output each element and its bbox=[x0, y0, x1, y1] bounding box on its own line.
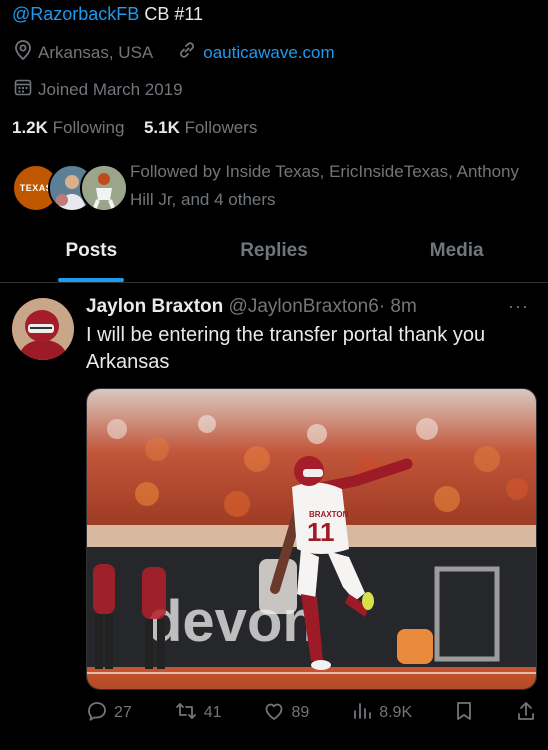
followed-by-text[interactable]: Followed by Inside Texas, EricInsideTexa… bbox=[130, 158, 530, 214]
location-text: Arkansas, USA bbox=[38, 42, 154, 62]
active-tab-indicator bbox=[58, 278, 125, 282]
bio-text: @RazorbackFB CB #11 bbox=[12, 4, 203, 25]
bookmark-button[interactable] bbox=[454, 700, 474, 727]
tab-posts[interactable]: Posts bbox=[0, 228, 183, 282]
tab-media-label: Media bbox=[429, 240, 484, 261]
joined-row: Joined March 2019 bbox=[14, 78, 183, 101]
bookmark-icon bbox=[454, 700, 474, 727]
joined-text: Joined March 2019 bbox=[38, 79, 183, 99]
profile-tabs: Posts Replies Media bbox=[0, 228, 548, 283]
post-time[interactable]: · 8m bbox=[379, 296, 417, 317]
heart-icon bbox=[263, 700, 285, 727]
followers-link[interactable]: 5.1K Followers bbox=[144, 118, 257, 137]
following-count: 1.2K bbox=[12, 118, 48, 137]
post-author-avatar[interactable] bbox=[12, 298, 74, 360]
anthony-avatar bbox=[80, 164, 128, 212]
jersey-number-text: 11 bbox=[307, 517, 335, 547]
followers-you-know-avatars[interactable]: TEXAS bbox=[12, 164, 128, 212]
post-text: I will be entering the transfer portal t… bbox=[86, 324, 486, 373]
bio-mention-link[interactable]: @RazorbackFB bbox=[12, 4, 139, 24]
bio-suffix: CB #11 bbox=[139, 4, 204, 24]
like-button[interactable]: 89 bbox=[263, 700, 309, 727]
reply-button[interactable]: 27 bbox=[86, 700, 132, 727]
like-count: 89 bbox=[291, 704, 310, 721]
tab-replies-label: Replies bbox=[240, 240, 308, 261]
views-button[interactable]: 8.9K bbox=[351, 700, 412, 727]
tab-media[interactable]: Media bbox=[365, 228, 548, 282]
location-pin-icon bbox=[14, 40, 32, 65]
post-author-name[interactable]: Jaylon Braxton bbox=[86, 296, 223, 317]
reply-icon bbox=[86, 700, 108, 727]
profile-meta-row: Arkansas, USA oauticawave.com bbox=[14, 40, 335, 65]
following-link[interactable]: 1.2K Following bbox=[12, 118, 124, 137]
share-button[interactable] bbox=[516, 700, 536, 727]
followers-count: 5.1K bbox=[143, 118, 180, 137]
more-options-icon[interactable]: ··· bbox=[508, 296, 529, 317]
follow-stats: 1.2K Following 5.1K Followers bbox=[12, 118, 257, 138]
tab-posts-label: Posts bbox=[65, 240, 118, 261]
repost-button[interactable]: 41 bbox=[174, 700, 222, 727]
repost-count: 41 bbox=[203, 704, 222, 721]
website-link[interactable]: oauticawave.com bbox=[203, 43, 334, 63]
views-chart-icon bbox=[351, 700, 373, 727]
views-count: 8.9K bbox=[379, 704, 413, 721]
post-media-image[interactable]: devon BRAXTON 11 bbox=[86, 388, 537, 690]
share-icon bbox=[516, 700, 536, 727]
reply-count: 27 bbox=[114, 704, 132, 721]
calendar-icon bbox=[14, 78, 32, 101]
followers-label: Followers bbox=[184, 118, 258, 137]
post-author-handle[interactable]: @JaylonBraxton6 bbox=[229, 296, 379, 317]
following-label: Following bbox=[52, 118, 125, 137]
repost-icon bbox=[174, 700, 198, 727]
post-actions: 27 41 89 8.9K bbox=[86, 700, 536, 726]
link-icon bbox=[177, 40, 197, 65]
tab-replies[interactable]: Replies bbox=[183, 228, 366, 282]
post-header: Jaylon Braxton @JaylonBraxton6· 8m bbox=[86, 296, 417, 318]
